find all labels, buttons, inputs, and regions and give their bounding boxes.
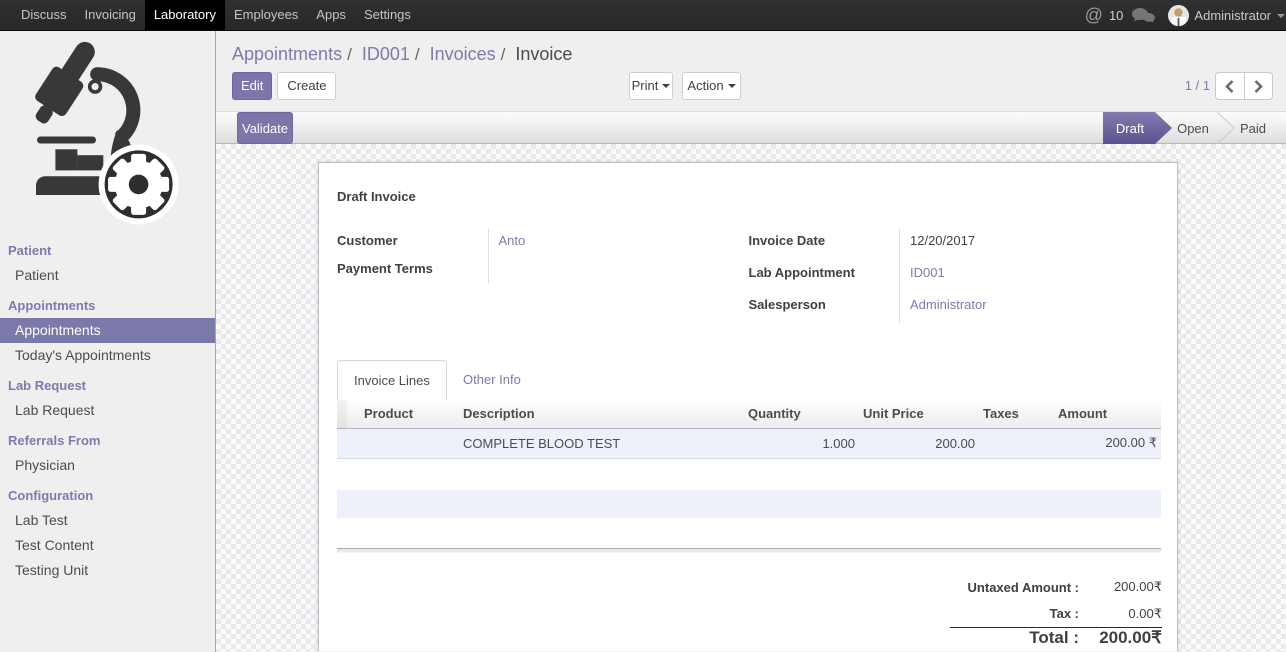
- svg-text:Open: Open: [1177, 121, 1209, 136]
- svg-text:Draft: Draft: [1116, 121, 1145, 136]
- svg-text:Paid: Paid: [1240, 121, 1266, 136]
